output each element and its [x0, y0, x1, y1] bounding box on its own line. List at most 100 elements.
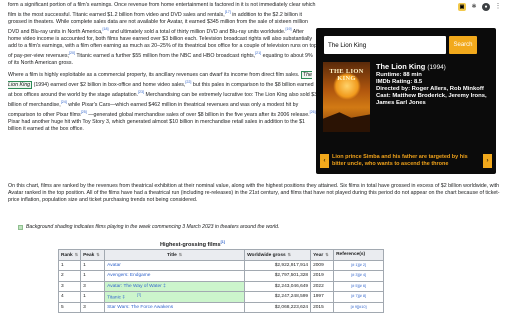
peak-cell-text: 1: [83, 262, 86, 268]
previous-button[interactable]: ‹: [320, 154, 329, 168]
table-row: 3 3 Avatar: The Way of Water ‡ $2,243,046,6…: [57, 280, 385, 292]
year-cell: 2009: [310, 259, 335, 271]
movie-description: Lion prince Simba and his father are tar…: [332, 154, 468, 168]
year-cell: 1997: [310, 291, 335, 303]
column-header-rank[interactable]: Rank ⇅: [57, 249, 82, 261]
profile-avatar[interactable]: ●: [482, 2, 490, 11]
rank-cell-text: 3: [61, 283, 64, 289]
sort-icon[interactable]: ⇅: [96, 252, 99, 257]
gross-cell: $2,797,501,328: [244, 270, 312, 282]
title-cell: Star Wars: The Force Awakens: [104, 301, 246, 313]
gross-cell: $2,922,917,914: [244, 259, 312, 271]
title-link[interactable]: Avatar: The Way of Water ‡: [107, 284, 166, 289]
column-header-title[interactable]: Title ⇅: [104, 249, 246, 261]
gross-cell-text: $2,247,248,599: [274, 294, 309, 300]
movie-title: The Lion King: [376, 62, 426, 71]
year-cell-text: 1997: [313, 294, 324, 300]
citation-link[interactable]: [25]: [81, 110, 87, 114]
gross-cell-text: $2,797,501,328: [274, 273, 309, 279]
extensions-puzzle-icon[interactable]: ✱: [470, 3, 478, 11]
citation-link[interactable]: [17]: [225, 10, 231, 14]
movie-runtime: Runtime: 88 min: [376, 72, 422, 78]
title-link[interactable]: Avatar: [107, 263, 121, 268]
gross-cell: $2,247,248,599: [244, 291, 312, 303]
title-cell: Avatar: The Way of Water ‡: [104, 280, 246, 292]
highest-grossing-table: Rank ⇅ Peak ⇅ Title ⇅ Worldwide gross ⇅ Year…: [57, 249, 385, 313]
references-link[interactable]: [# 3][# 4]: [351, 273, 366, 277]
paragraph-ancillary: Where a film is highly exploitable as a …: [8, 71, 318, 133]
citation-link[interactable]: [23]: [138, 90, 144, 94]
movie-poster: THE LION KING: [323, 62, 370, 132]
year-cell-text: 2009: [313, 262, 324, 268]
sort-icon[interactable]: ⇅: [179, 252, 182, 257]
article-body: form a significant portion of a film's e…: [8, 2, 318, 133]
rank-cell-text: 2: [61, 273, 64, 279]
text: Pixar had another huge hit with Toy Stor…: [8, 118, 305, 132]
table-header-row: Rank ⇅ Peak ⇅ Title ⇅ Worldwide gross ⇅ Year…: [57, 249, 385, 261]
rank-cell-text: 1: [61, 262, 64, 268]
title-link[interactable]: Star Wars: The Force Awakens: [107, 305, 173, 310]
column-header-year[interactable]: Year ⇅: [310, 249, 335, 261]
search-button[interactable]: Search: [449, 36, 477, 54]
citation-link[interactable]: [1]: [221, 240, 225, 244]
citation-link[interactable]: [T]: [137, 293, 141, 297]
citation-link[interactable]: [22]: [185, 80, 191, 84]
title-cell: Titanic ‡ [T]: [104, 291, 246, 303]
citation-link[interactable]: [18]: [103, 27, 109, 31]
citation-link[interactable]: [21]: [255, 51, 261, 55]
table-row: 4 1 Titanic ‡ [T] $2,247,248,599 1997 [# 7][# …: [57, 291, 385, 303]
peak-cell: 3: [80, 301, 106, 313]
peak-cell: 1: [80, 259, 106, 271]
citation-link[interactable]: [26]: [310, 110, 316, 114]
poster-title: THE LION KING: [329, 68, 364, 82]
citation-link[interactable]: [19]: [285, 27, 291, 31]
next-button[interactable]: ›: [483, 154, 492, 168]
references-link[interactable]: [# 1][# 2]: [351, 263, 366, 267]
peak-cell-text: 3: [83, 283, 86, 289]
gross-cell: $2,243,046,649: [244, 280, 312, 292]
green-shading-legend-icon: [18, 224, 23, 230]
text: Where a film is highly exploitable as a …: [8, 72, 300, 79]
sort-icon[interactable]: ⇅: [325, 252, 328, 257]
movie-year: (1994): [427, 64, 446, 71]
gross-cell-text: $2,068,223,624: [274, 304, 309, 310]
column-header-references[interactable]: Reference(s): [333, 249, 385, 261]
peak-cell: 1: [80, 270, 106, 282]
title-link[interactable]: Avengers: Endgame: [107, 273, 150, 278]
references-link[interactable]: [# 7][# 8]: [351, 294, 366, 298]
rank-cell: 2: [57, 270, 82, 282]
peak-cell: 1: [80, 291, 106, 303]
text: Titanic earned a further $55 million fro…: [76, 52, 256, 59]
poster-pride-rock-graphic: [323, 112, 370, 132]
footnote-text: Background shading indicates films playi…: [26, 224, 280, 230]
year-cell: 2015: [310, 301, 335, 313]
rank-cell-text: 5: [61, 304, 64, 310]
text: and ultimately sold a total of thirty mi…: [109, 28, 286, 35]
year-cell-text: 2015: [313, 304, 324, 310]
paragraph-home-video: form a significant portion of a film's e…: [8, 2, 318, 67]
title-cell: Avatar: [104, 259, 246, 271]
table-title: Highest-grossing films[1]: [160, 240, 225, 248]
gross-cell-text: $2,922,917,914: [274, 262, 309, 268]
year-cell-text: 2022: [313, 283, 324, 289]
citation-link[interactable]: [24]: [61, 100, 67, 104]
gross-cell-text: $2,243,046,649: [274, 283, 309, 289]
year-cell-text: 2019: [313, 273, 324, 279]
sort-icon[interactable]: ⇅: [288, 252, 291, 257]
citation-link[interactable]: [20]: [69, 51, 75, 55]
movie-details: The Lion King (1994) Runtime: 88 min IMD…: [376, 62, 492, 107]
references-link[interactable]: [# 9][#10]: [351, 305, 367, 309]
references-link[interactable]: [# 5][# 6]: [351, 284, 366, 288]
references-cell: [# 9][#10]: [333, 301, 385, 313]
title-link[interactable]: Titanic ‡: [107, 296, 125, 301]
column-header-gross[interactable]: Worldwide gross ⇅: [244, 249, 312, 261]
movie-directors: Directed by: Roger Allers, Rob Minkoff: [376, 86, 484, 93]
column-header-peak[interactable]: Peak ⇅: [80, 249, 106, 261]
browser-menu-icon[interactable]: ⋮: [494, 3, 502, 11]
sort-icon[interactable]: ⇅: [75, 252, 78, 257]
rank-cell: 4: [57, 291, 82, 303]
references-cell: [# 1][# 2]: [333, 259, 385, 271]
movie-search-input[interactable]: [324, 36, 446, 54]
movie-extension-icon[interactable]: ▣: [458, 2, 466, 11]
references-cell: [# 5][# 6]: [333, 280, 385, 292]
